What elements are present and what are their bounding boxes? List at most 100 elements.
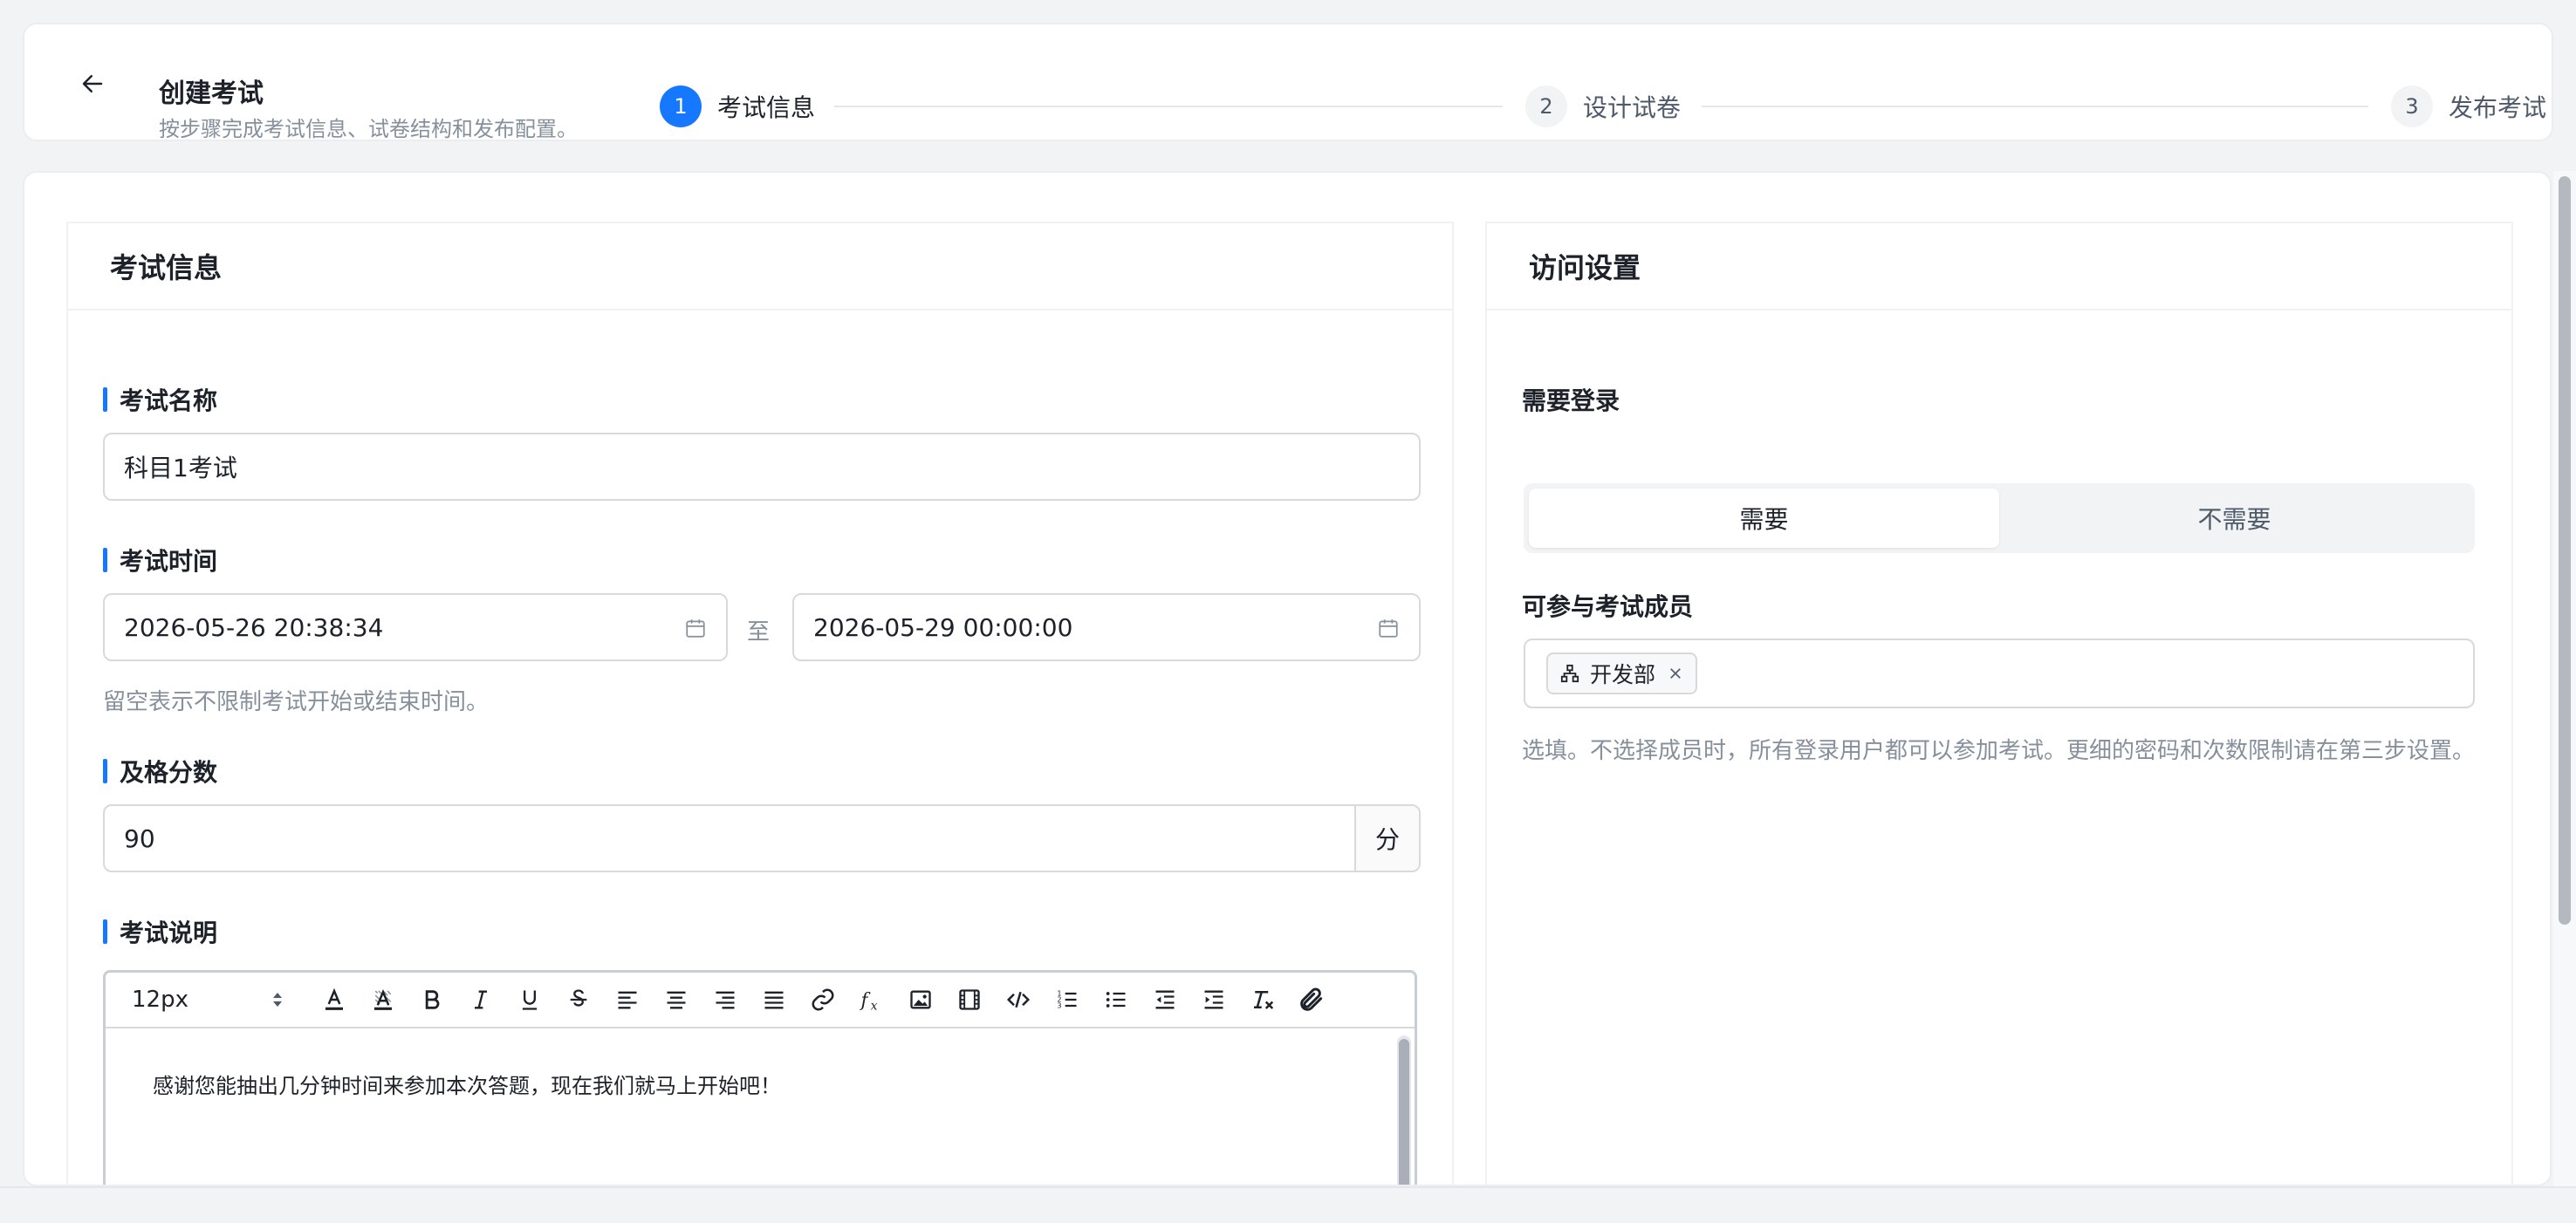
pass-score-value: 90 [124,823,155,853]
code-button[interactable] [994,975,1043,1024]
login-required-label: 需要登录 [1522,386,1620,415]
sort-arrows-icon [273,993,282,1007]
description-editor[interactable]: 12px f x 1 2 3 感谢您能抽出几分钟时间来参加本次答题，现在我们就马… [103,970,1417,1185]
paperclip-icon [1300,987,1323,1011]
link-button[interactable] [798,975,847,1024]
score-unit: 分 [1354,806,1419,871]
access-settings-title: 访问设置 [1487,223,2511,311]
step-connector [1702,106,2368,107]
italic-button[interactable] [456,975,505,1024]
strikethrough-icon [570,989,587,1007]
step-connector [834,106,1503,107]
exam-time-label: 考试时间 [103,543,217,577]
bullet-list-button[interactable] [1092,975,1141,1024]
page-title: 创建考试 [159,79,264,109]
pass-score-label: 及格分数 [103,754,217,789]
clear-format-button[interactable] [1238,975,1287,1024]
step-exam-info[interactable]: 1 考试信息 [660,84,815,129]
formula-icon: f x [860,990,878,1014]
outdent-icon [1155,990,1175,1009]
page-scroll-thumb[interactable] [2559,176,2571,925]
indent-icon [1204,990,1223,1009]
align-justify-icon [764,991,784,1009]
align-center-button[interactable] [652,975,701,1024]
strikethrough-button[interactable] [554,975,603,1024]
main-card: 考试信息 考试名称 科目1考试 考试时间 2026-05-26 20:38:34… [23,171,2552,1186]
calendar-icon [686,619,705,638]
video-button[interactable] [945,975,994,1024]
end-time-input[interactable]: 2026-05-29 00:00:00 [792,593,1421,661]
font-size-value: 12px [132,987,188,1013]
close-icon[interactable] [1668,666,1683,681]
video-icon [959,989,980,1010]
image-button[interactable] [896,975,945,1024]
step-publish[interactable]: 3 发布考试 [2391,84,2546,129]
login-required-toggle: 需要 不需要 [1524,483,2475,553]
step-number: 3 [2391,85,2433,127]
italic-icon [475,990,487,1009]
font-color-button[interactable] [310,975,359,1024]
member-tag: 开发部 [1546,652,1698,694]
arrow-left-icon [82,75,103,92]
align-justify-button[interactable] [750,975,798,1024]
access-settings-panel: 访问设置 需要登录 需要 不需要 可参与考试成员 开发部 选填。不选择成员时，所… [1485,222,2513,1185]
option-required[interactable]: 需要 [1529,489,1999,548]
editor-scroll-thumb[interactable] [1399,1039,1409,1185]
start-time-input[interactable]: 2026-05-26 20:38:34 [103,593,728,661]
bold-button[interactable] [408,975,456,1024]
clear-format-icon [1254,991,1274,1009]
formula-button[interactable]: f x [847,975,896,1024]
step-number: 1 [660,85,702,127]
header-card: 创建考试 按步骤完成考试信息、试卷结构和发布配置。 1 考试信息 2 设计试卷 … [23,23,2553,141]
align-right-icon [716,991,735,1009]
svg-text:3: 3 [1057,1001,1061,1009]
org-chart-icon [1560,664,1579,683]
highlight-icon [374,989,392,1010]
code-icon [1006,991,1031,1008]
calendar-icon [1379,619,1398,638]
underline-button[interactable] [505,975,554,1024]
end-time-value: 2026-05-29 00:00:00 [813,612,1073,642]
align-right-button[interactable] [701,975,750,1024]
step-label: 考试信息 [717,93,816,122]
underline-icon [522,990,538,1010]
font-color-icon [325,987,343,1010]
bottom-area [0,1186,2576,1223]
indent-button[interactable] [1189,975,1238,1024]
start-time-value: 2026-05-26 20:38:34 [124,612,384,642]
bullet-list-icon [1106,992,1126,1008]
option-not-required[interactable]: 不需要 [1999,489,2470,548]
back-button[interactable] [59,51,126,117]
background-color-button[interactable] [359,975,408,1024]
ordered-list-icon: 1 2 3 [1057,988,1077,1009]
exam-info-title: 考试信息 [68,223,1452,311]
svg-text:f: f [860,990,872,1012]
exam-name-label: 考试名称 [103,382,217,417]
page-subtitle: 按步骤完成考试信息、试卷结构和发布配置。 [159,117,578,141]
exam-name-input[interactable]: 科目1考试 [103,433,1421,501]
align-left-button[interactable] [603,975,652,1024]
members-hint: 选填。不选择成员时，所有登录用户都可以参加考试。更细的密码和次数限制请在第三步设… [1522,738,2476,764]
align-center-icon [667,991,686,1009]
step-design-paper[interactable]: 2 设计试卷 [1525,84,1681,129]
link-icon [812,988,834,1011]
pass-score-input[interactable]: 90 分 [103,804,1421,872]
editor-content[interactable]: 感谢您能抽出几分钟时间来参加本次答题，现在我们就马上开始吧！ [106,1028,1415,1185]
members-select[interactable]: 开发部 [1524,639,2475,708]
range-separator: 至 [747,619,771,646]
svg-text:x: x [871,999,878,1013]
attachment-button[interactable] [1287,975,1336,1024]
ordered-list-button[interactable]: 1 2 3 [1043,975,1092,1024]
image-icon [910,990,931,1009]
outdent-button[interactable] [1141,975,1189,1024]
step-number: 2 [1525,85,1567,127]
members-label: 可参与考试成员 [1522,592,1694,621]
exam-desc-label: 考试说明 [103,914,217,949]
step-label: 发布考试 [2449,93,2547,122]
time-hint: 留空表示不限制考试开始或结束时间。 [103,689,490,715]
step-label: 设计试卷 [1583,93,1682,122]
bold-icon [425,990,440,1009]
exam-name-value: 科目1考试 [124,454,237,482]
font-size-select[interactable]: 12px [132,987,298,1013]
member-tag-label: 开发部 [1590,662,1656,687]
